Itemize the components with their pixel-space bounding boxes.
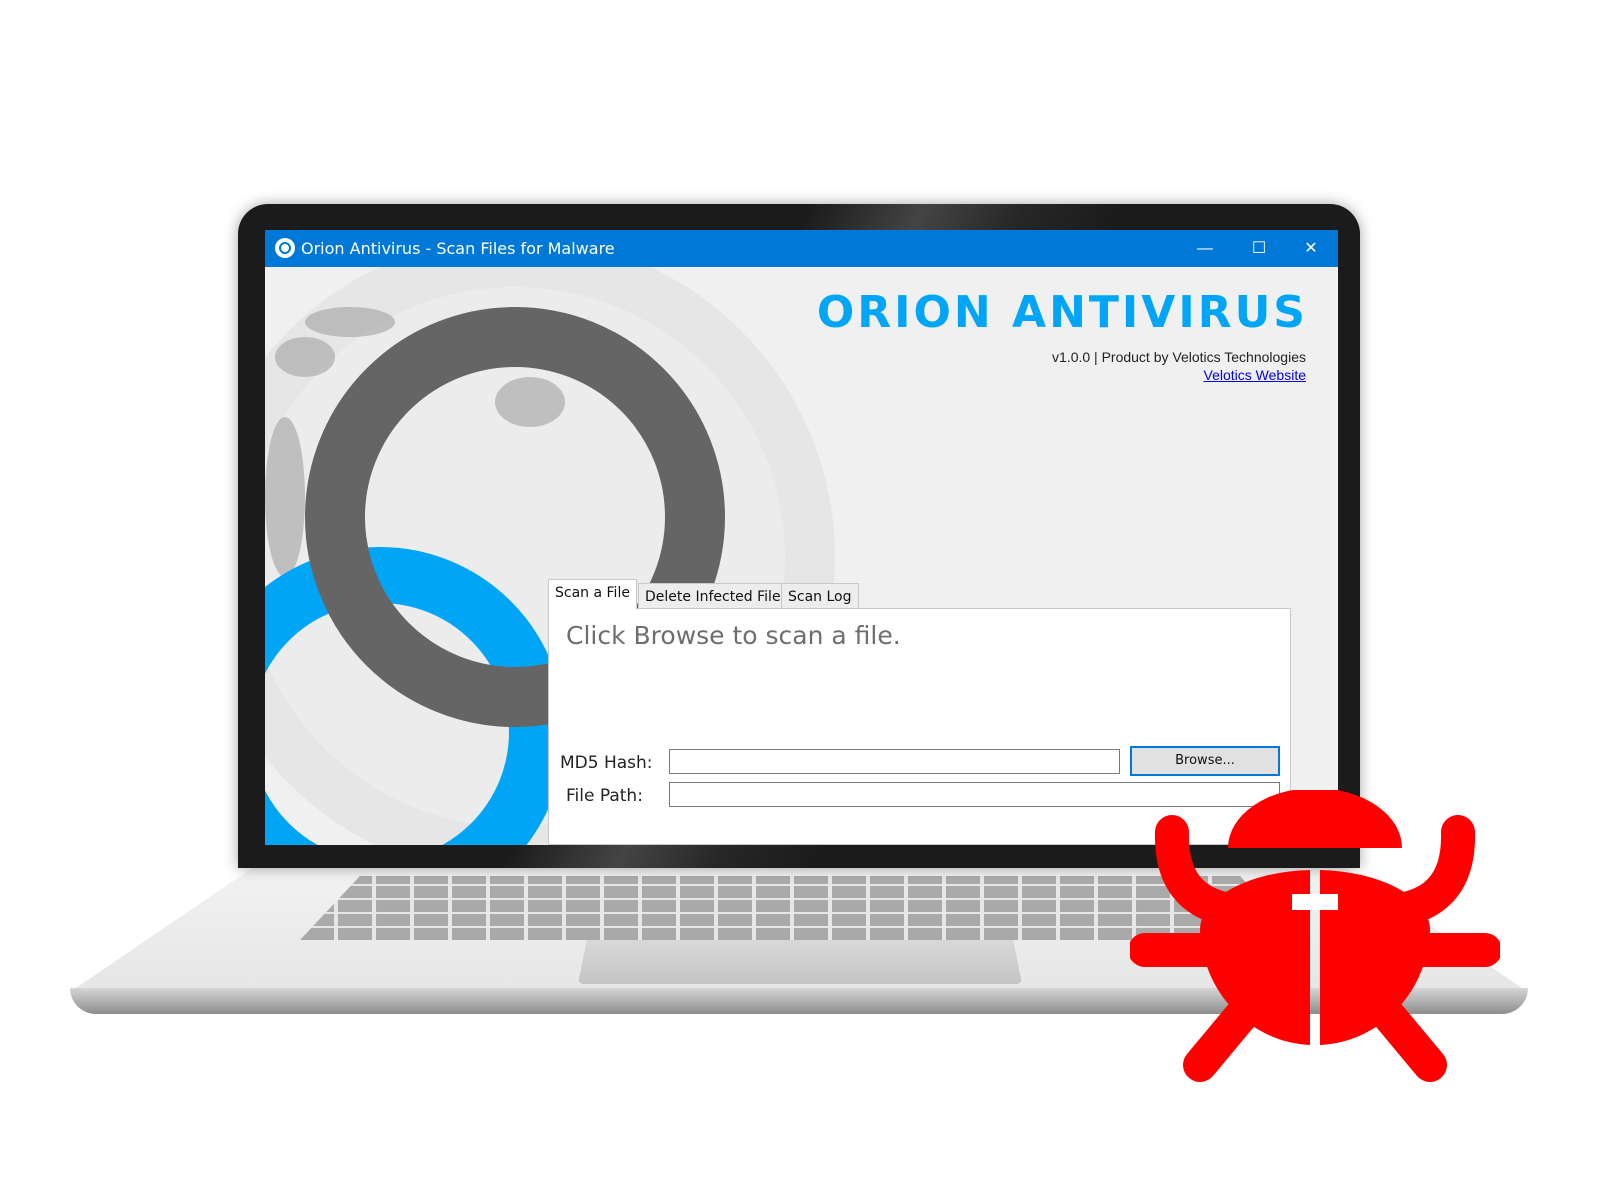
minimize-button[interactable]: — xyxy=(1178,230,1232,267)
maximize-button[interactable]: ☐ xyxy=(1232,230,1286,267)
brand-title: ORION ANTIVIRUS xyxy=(816,287,1308,338)
scan-instruction: Click Browse to scan a file. xyxy=(566,621,901,650)
app-window: Orion Antivirus - Scan Files for Malware… xyxy=(265,230,1338,845)
window-client-area: ORION ANTIVIRUS v1.0.0 | Product by Velo… xyxy=(265,267,1338,845)
close-button[interactable]: ✕ xyxy=(1284,230,1338,267)
splash-decoration xyxy=(275,337,335,377)
tab-scan-a-file[interactable]: Scan a File xyxy=(548,579,637,610)
file-path-label: File Path: xyxy=(566,786,643,806)
version-info: v1.0.0 | Product by Velotics Technologie… xyxy=(1052,349,1306,365)
bug-icon xyxy=(1130,790,1500,1082)
tab-delete-infected-file[interactable]: Delete Infected File xyxy=(638,583,788,609)
tab-scan-log[interactable]: Scan Log xyxy=(781,583,859,609)
browse-button[interactable]: Browse... xyxy=(1130,746,1280,776)
laptop-trackpad xyxy=(578,940,1022,984)
window-title: Orion Antivirus - Scan Files for Malware xyxy=(301,239,615,258)
splash-decoration xyxy=(305,307,395,337)
md5-hash-field[interactable] xyxy=(669,749,1120,774)
app-logo-icon xyxy=(275,238,295,258)
md5-hash-label: MD5 Hash: xyxy=(560,753,653,773)
velotics-website-link[interactable]: Velotics Website xyxy=(1204,367,1306,383)
title-bar[interactable]: Orion Antivirus - Scan Files for Malware… xyxy=(265,230,1338,267)
splash-decoration xyxy=(265,417,305,577)
